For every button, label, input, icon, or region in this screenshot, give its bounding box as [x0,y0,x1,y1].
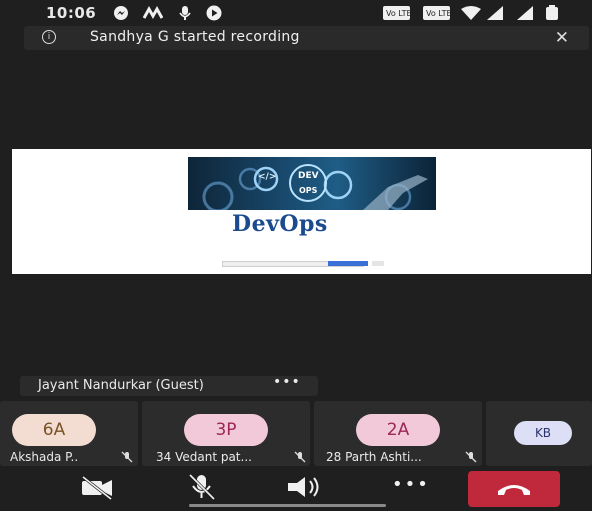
mic-off-icon [294,451,306,463]
avatar: 2A [356,414,440,446]
code-badge: </> [258,172,277,182]
gear-graphic-icon [202,164,428,210]
mic-off-icon [121,451,133,463]
active-speaker-chip[interactable]: Jayant Nandurkar (Guest) ••• [20,374,318,396]
avatar: 6A [12,414,96,446]
status-time: 10:06 [46,4,97,22]
close-banner-icon[interactable]: ✕ [555,28,569,48]
wifi-icon [461,6,481,20]
notification-wave-icon [143,5,163,20]
participant-tile[interactable]: 6A Akshada P.. [0,401,138,466]
youtube-icon [206,5,222,21]
recording-banner: i Sandhya G started recording ✕ [24,26,589,50]
more-actions-icon[interactable]: ••• [392,474,430,495]
participant-name: Akshada P.. [10,450,79,464]
dev-label: DEV [298,171,319,181]
ops-label: OPS [299,186,318,195]
participant-name: 28 Parth Ashti... [326,450,422,464]
slide-hero-image: </> DEV OPS [188,157,436,210]
slide-primary-button [328,261,368,266]
info-icon: i [42,30,56,44]
participant-name: 34 Vedant pat... [156,450,252,464]
more-options-icon[interactable]: ••• [273,374,301,390]
speaker-icon[interactable] [285,469,325,505]
battery-icon [546,5,558,20]
shared-screen: </> DEV OPS DevOps [12,149,591,274]
svg-text:Vo LTE: Vo LTE [426,9,451,18]
end-call-button[interactable] [468,471,560,507]
slide-title: DevOps [232,211,328,237]
signal2-icon [517,6,533,20]
microphone-off-icon[interactable] [184,469,220,505]
svg-text:Vo LTE: Vo LTE [386,9,411,18]
microphone-status-icon [179,6,191,20]
hang-up-icon [498,485,530,495]
mic-off-icon [465,451,477,463]
signal-icon [487,6,503,20]
volte2-icon: Vo LTE [423,6,451,20]
volte-icon: Vo LTE [383,6,411,20]
slide-secondary-button [372,261,384,266]
avatar: KB [514,421,572,445]
messenger-icon [114,6,128,20]
recording-banner-text: Sandhya G started recording [90,29,300,45]
camera-off-icon[interactable] [80,469,116,505]
status-bar: 10:06 Vo LTE Vo LTE [0,0,592,26]
avatar: 3P [184,414,268,446]
participant-tile[interactable]: 2A 28 Parth Ashti... [314,401,482,466]
participant-tile[interactable]: 3P 34 Vedant pat... [142,401,310,466]
active-speaker-name: Jayant Nandurkar (Guest) [38,378,204,393]
participant-tile[interactable]: KB [486,401,592,466]
